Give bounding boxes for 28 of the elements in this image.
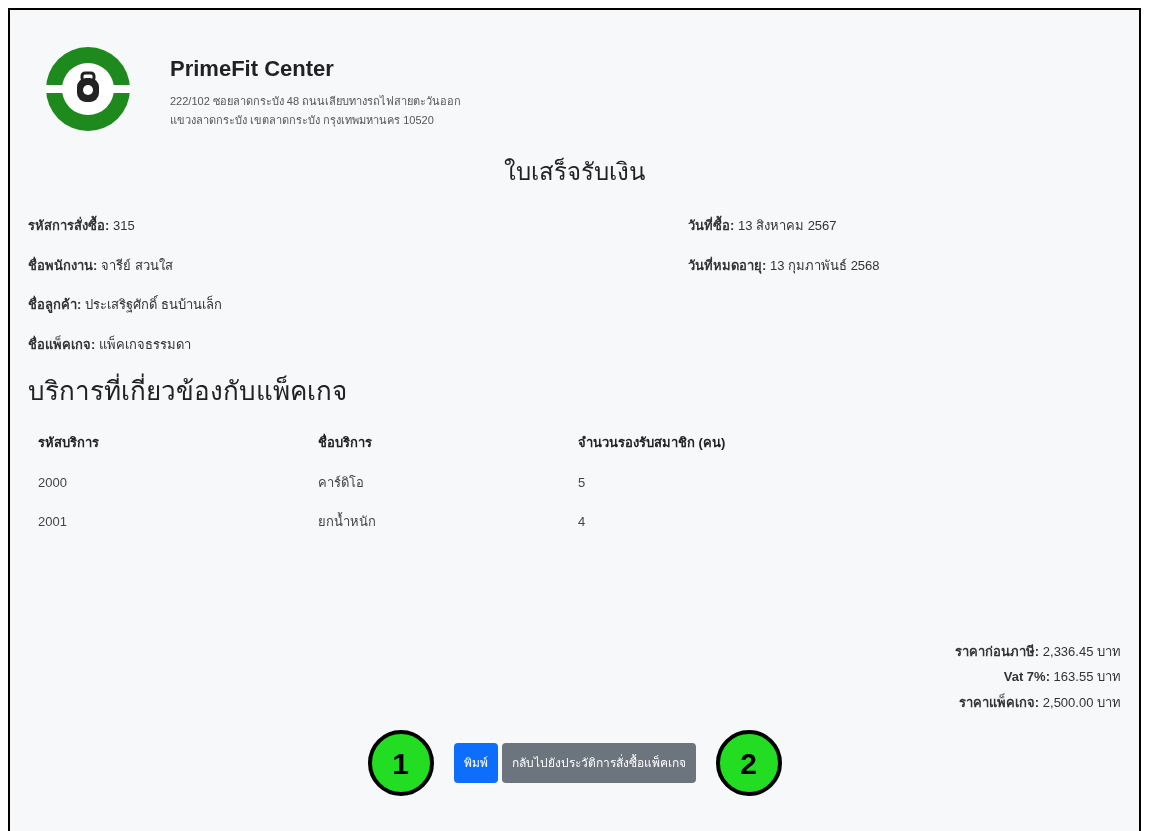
table-cell-text: ยกน้ำหนัก [317, 511, 377, 531]
total-line: ราคาก่อนภาษี: 2,336.45 บาท [954, 642, 1121, 661]
detail-line: รหัสการสั่งซื้อ: 315 [28, 216, 688, 236]
column-header: จำนวนรองรับสมาชิก (คน) [577, 434, 727, 452]
print-button[interactable]: พิมพ์ [453, 743, 498, 783]
logo-icon [44, 45, 132, 133]
total-line: ราคาแพ็คเกจ: 2,500.00 บาท [958, 692, 1121, 712]
column-header: ชื่อบริการ [317, 432, 373, 452]
section-heading: บริการที่เกี่ยวข้องกับแพ็คเกจ [28, 372, 1121, 411]
company-name: PrimeFit Center [170, 55, 335, 83]
detail-line: วันที่หมดอายุ: 13 กุมภาพันธ์ 2568 [688, 255, 880, 275]
receipt-title: ใบเสร็จรับเงิน [504, 156, 645, 187]
address-line: 222/102 ซอยลาดกระบัง 48 ถนนเลียบทางรถไฟสายตะวันออก [170, 94, 462, 109]
detail-line: ชื่อลูกค้า: ประเสริฐศักดิ์ ธนบ้านเล็ก [28, 295, 223, 315]
table-cell-text: คาร์ดิโอ [317, 473, 365, 492]
back-button[interactable]: กลับไปยังประวัติการสั่งซื้อแพ็คเกจ [501, 743, 696, 783]
column-header: รหัสบริการ [37, 434, 100, 452]
table-cell-text: 2001 [37, 513, 68, 531]
total-line: Vat 7%: 163.55 บาท [1003, 668, 1121, 686]
address-line: แขวงลาดกระบัง เขตลาดกระบัง กรุงเทพมหานคร 10520 [170, 112, 435, 128]
table-cell-text: 4 [577, 513, 587, 531]
callout-marker: 2 [715, 730, 782, 796]
callout-marker: 1 [367, 730, 434, 796]
table-cell-text: 2000 [37, 473, 68, 492]
detail-line: ชื่อพนักงาน: จารีย์ สวนใส [28, 255, 174, 275]
table-cell-text: 5 [577, 473, 587, 492]
detail-line: ชื่อแพ็คเกจ: แพ็คเกจธรรมดา [28, 334, 192, 354]
detail-line: วันที่ซื้อ: 13 สิงหาคม 2567 [688, 216, 880, 236]
